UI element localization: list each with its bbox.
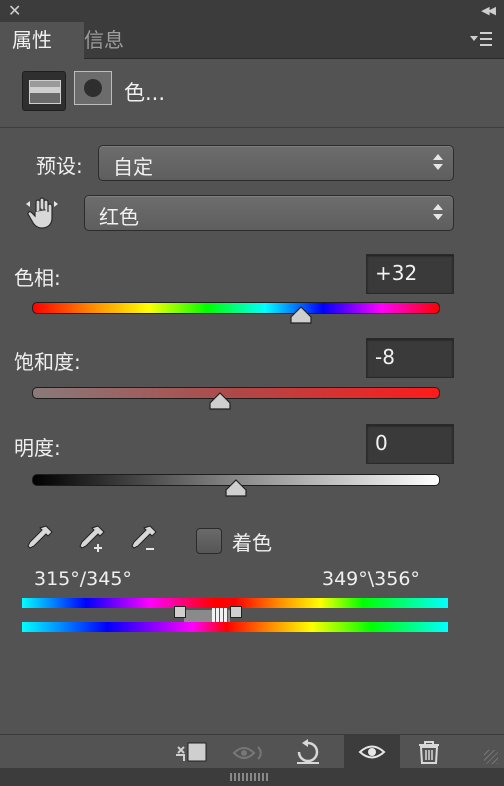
preset-label: 预设: [36, 154, 83, 178]
panel-top-strip: ✕ ◀◀ [0, 0, 504, 23]
visibility-button[interactable] [344, 735, 400, 769]
panel-bottom-strip [0, 768, 504, 786]
trash-icon[interactable] [416, 739, 442, 765]
saturation-slider-track[interactable] [32, 387, 440, 399]
hue-input[interactable]: +32 [366, 254, 454, 294]
adjustment-title: 色... [124, 81, 166, 105]
hue-value: +32 [375, 261, 418, 285]
bottom-toolbar [0, 734, 504, 769]
range-left-values: 315°/345° [34, 568, 132, 590]
hue-slider-track[interactable] [32, 302, 440, 314]
resize-grip-icon[interactable] [484, 750, 498, 764]
saturation-input[interactable]: -8 [366, 338, 454, 378]
hue-label: 色相: [14, 266, 61, 290]
view-previous-state-icon[interactable] [232, 743, 270, 763]
saturation-value: -8 [375, 345, 395, 369]
eyedropper-minus-icon[interactable] [128, 522, 160, 556]
targeted-adjustment-hand-icon[interactable] [22, 194, 62, 234]
eyedropper-icon[interactable] [24, 522, 56, 556]
close-icon[interactable]: ✕ [8, 0, 21, 22]
tab-bar: 属性 信息 [0, 22, 504, 59]
colorize-label: 着色 [232, 531, 272, 555]
lightness-input[interactable]: 0 [366, 424, 454, 464]
clip-to-layer-icon[interactable] [174, 741, 210, 765]
eyedropper-plus-icon[interactable] [76, 522, 108, 556]
lightness-value: 0 [375, 431, 388, 455]
range-right-values: 349°\356° [322, 568, 420, 590]
lightness-label: 明度: [14, 436, 61, 460]
select-arrows-icon [433, 154, 443, 172]
tab-info[interactable]: 信息 [72, 22, 160, 58]
double-chevron-left-icon[interactable]: ◀◀ [481, 0, 496, 22]
select-arrows-icon [433, 204, 443, 222]
color-range-control[interactable] [174, 604, 242, 622]
panel-menu-icon[interactable] [470, 30, 492, 48]
eye-icon [358, 745, 386, 759]
preset-select[interactable]: 自定 [98, 145, 454, 181]
drag-handle-icon[interactable] [230, 773, 270, 781]
preset-value: 自定 [113, 155, 153, 179]
saturation-label: 饱和度: [14, 350, 81, 374]
channel-select[interactable]: 红色 [84, 195, 454, 231]
layer-mask-icon[interactable] [74, 71, 112, 105]
channel-value: 红色 [99, 205, 139, 229]
colorize-checkbox[interactable] [196, 528, 222, 554]
properties-header: 色... [0, 59, 504, 128]
output-color-bar [22, 622, 448, 632]
reset-icon[interactable] [294, 739, 322, 765]
adjustment-layer-icon[interactable] [22, 71, 66, 111]
